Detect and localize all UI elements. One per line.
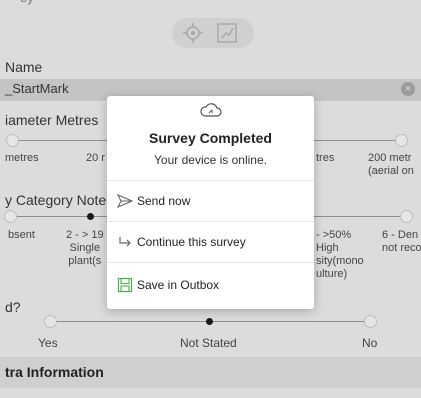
continue-survey-button[interactable]: Continue this survey	[107, 221, 314, 262]
diameter-option-label: 20 r	[86, 152, 105, 164]
section-title: tra Information	[5, 364, 104, 380]
send-now-button[interactable]: Send now	[107, 180, 314, 221]
dialog-subtitle: Your device is online.	[154, 153, 267, 167]
map-edit-icon[interactable]	[215, 21, 239, 45]
diameter-option-label: metres	[5, 152, 39, 164]
category-option-label: - >50% High sity(mono ulture)	[316, 229, 364, 280]
diameter-label: iameter Metres	[5, 112, 99, 128]
question-label: d?	[5, 299, 21, 315]
save-outbox-label: Save in Outbox	[137, 278, 220, 292]
send-icon	[117, 193, 133, 209]
question-option-label: No	[362, 336, 378, 350]
top-partial-text: ey	[20, 0, 34, 5]
name-input-value: _StartMark	[5, 81, 69, 96]
cloud-sync-icon	[200, 103, 222, 117]
category-option-label: 6 - Den not reco	[382, 229, 421, 254]
diameter-option-label: tres	[316, 152, 335, 164]
category-label: y Category Note *	[5, 192, 116, 208]
diameter-option-node[interactable]	[395, 134, 408, 147]
clear-icon[interactable]: ×	[401, 82, 415, 96]
question-option-yes[interactable]	[44, 315, 57, 328]
bottom-strip	[0, 388, 421, 398]
diameter-option-node[interactable]	[6, 134, 19, 147]
category-selected-node[interactable]	[87, 213, 94, 220]
category-option-node[interactable]	[4, 210, 17, 223]
dialog-title: Survey Completed	[149, 130, 272, 146]
arrow-return-icon	[119, 237, 131, 247]
continue-survey-label: Continue this survey	[137, 235, 246, 249]
question-option-label: Not Stated	[180, 336, 237, 350]
question-option-label: Yes	[38, 336, 58, 350]
category-option-node[interactable]	[400, 210, 413, 223]
question-selected-node[interactable]	[206, 318, 213, 325]
save-icon	[117, 277, 133, 293]
category-option-label: bsent	[8, 229, 35, 241]
name-label: Name	[5, 59, 43, 75]
question-option-no[interactable]	[364, 315, 377, 328]
location-icon[interactable]	[181, 21, 205, 45]
send-now-label: Send now	[137, 194, 191, 208]
save-outbox-button[interactable]: Save in Outbox	[107, 262, 314, 309]
survey-completed-dialog: Survey Completed Your device is online. …	[107, 96, 314, 309]
diameter-option-label: 200 metr (aerial on	[368, 152, 414, 177]
category-option-label: 2 - > 19 Single plant(s	[66, 229, 104, 267]
